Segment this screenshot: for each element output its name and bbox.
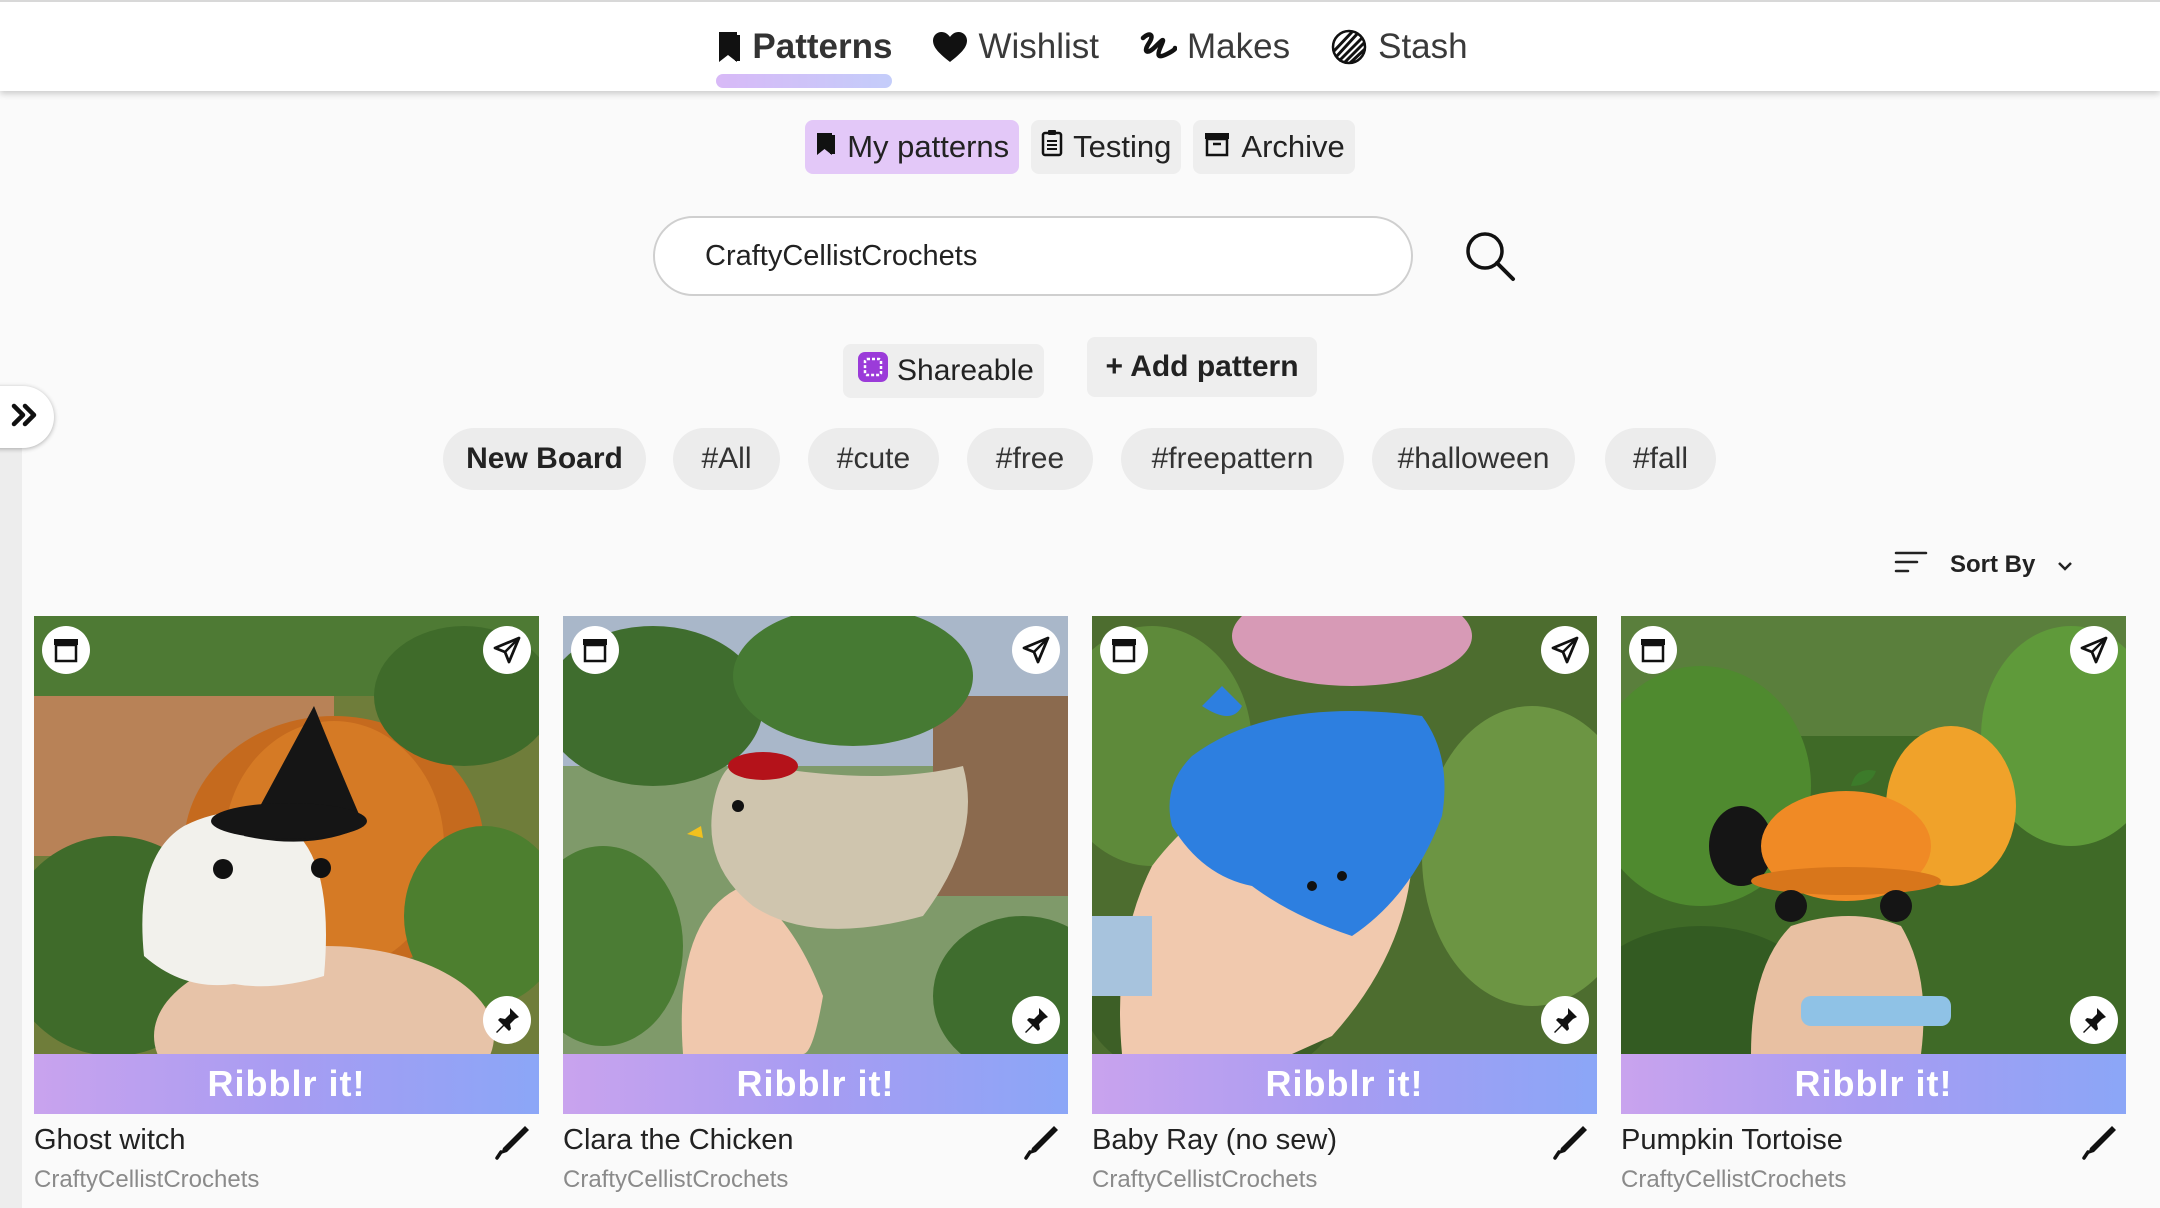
ribblr-it-button[interactable]: Ribblr it! [1621,1054,2126,1114]
sort-lines-icon [1894,550,1928,581]
pattern-title[interactable]: Ghost witch [34,1124,186,1157]
pattern-title[interactable]: Clara the Chicken [563,1124,794,1157]
board-filter-bar: New Board #All #cute #free #freepattern … [0,428,2160,490]
sort-by-label: Sort By [1950,551,2036,578]
pattern-photo[interactable] [34,616,539,1054]
search-box [653,216,1413,296]
nav-tab-label: Stash [1378,26,1468,66]
subtab-label: Testing [1073,129,1172,164]
nav-tab-label: Makes [1187,26,1291,66]
yarn-ball-icon [1330,29,1368,65]
edit-pencil-icon[interactable] [2080,1122,2120,1162]
sidebar-edge [0,448,22,1208]
share-grid-icon [857,351,889,391]
nav-tab-makes[interactable]: Makes [1139,12,1290,82]
subtab-bar: My patterns Testing Archive [0,120,2160,174]
pattern-author[interactable]: CraftyCellistCrochets [1092,1166,1317,1194]
edit-pencil-icon[interactable] [1022,1122,1062,1162]
archive-pattern-button[interactable] [42,626,90,674]
ribblr-it-button[interactable]: Ribblr it! [34,1054,539,1114]
pin-pattern-button[interactable] [1541,996,1589,1044]
archive-pattern-button[interactable] [571,626,619,674]
chevron-down-icon [2057,551,2073,579]
pattern-title[interactable]: Pumpkin Tortoise [1621,1124,1843,1157]
archive-box-icon [1112,639,1136,663]
share-pattern-button[interactable] [2070,626,2118,674]
bookmark-book-icon [716,30,742,64]
subtab-label: My patterns [847,129,1010,164]
double-chevron-right-icon [11,403,39,432]
board-new-board[interactable]: New Board [443,428,646,490]
share-pattern-button[interactable] [1541,626,1589,674]
archive-pattern-button[interactable] [1629,626,1677,674]
ribblr-it-button[interactable]: Ribblr it! [563,1054,1068,1114]
pin-icon [1554,1008,1577,1033]
heart-icon [932,31,968,63]
paper-plane-icon [1022,636,1050,664]
board-filter[interactable]: #halloween [1372,428,1575,490]
sort-by-dropdown[interactable]: Sort By [1894,545,2073,585]
paper-plane-icon [1551,636,1579,664]
archive-box-icon [54,639,78,663]
edit-pencil-icon[interactable] [1551,1122,1591,1162]
clipboard-icon [1041,129,1063,165]
shareable-toggle[interactable]: Shareable [843,344,1044,398]
pin-pattern-button[interactable] [1012,996,1060,1044]
ribblr-it-button[interactable]: Ribblr it! [1092,1054,1597,1114]
nav-tab-label: Patterns [752,26,893,66]
add-pattern-button[interactable]: + Add pattern [1087,337,1317,397]
nav-tab-wishlist[interactable]: Wishlist [932,12,1099,82]
board-filter[interactable]: #cute [808,428,939,490]
nav-tab-stash[interactable]: Stash [1330,12,1468,82]
active-tab-indicator [716,73,893,88]
top-nav: Patterns Wishlist Makes Stash [0,0,2160,91]
pin-icon [496,1008,519,1033]
subtab-label: Archive [1241,129,1345,164]
pattern-author[interactable]: CraftyCellistCrochets [563,1166,788,1194]
share-pattern-button[interactable] [483,626,531,674]
pattern-author[interactable]: CraftyCellistCrochets [1621,1166,1846,1194]
share-pattern-button[interactable] [1012,626,1060,674]
subtab-archive[interactable]: Archive [1193,120,1355,174]
pattern-photo[interactable] [563,616,1068,1054]
archive-pattern-button[interactable] [1100,626,1148,674]
pattern-photo[interactable] [1092,616,1597,1054]
pattern-title[interactable]: Baby Ray (no sew) [1092,1124,1337,1157]
pin-pattern-button[interactable] [2070,996,2118,1044]
archive-box-icon [1641,639,1665,663]
pattern-card[interactable]: Ribblr it! Baby Ray (no sew) CraftyCelli… [1092,616,1597,1207]
board-filter[interactable]: #All [673,428,780,490]
search-input[interactable] [705,239,1355,273]
archive-box-icon [583,639,607,663]
pattern-card[interactable]: Ribblr it! Clara the Chicken CraftyCelli… [563,616,1068,1207]
pattern-photo[interactable] [1621,616,2126,1054]
board-filter[interactable]: #freepattern [1121,428,1344,490]
pin-icon [1025,1008,1048,1033]
pattern-card[interactable]: Ribblr it! Pumpkin Tortoise CraftyCellis… [1621,616,2126,1207]
pattern-actions: Shareable + Add pattern [0,337,2160,398]
board-filter[interactable]: #free [967,428,1093,490]
edit-pencil-icon[interactable] [493,1122,533,1162]
pattern-card[interactable]: Ribblr it! Ghost witch CraftyCellistCroc… [34,616,539,1207]
subtab-testing[interactable]: Testing [1031,120,1182,174]
shareable-label: Shareable [897,354,1034,387]
nav-tab-label: Wishlist [978,26,1100,66]
nav-tab-patterns[interactable]: Patterns [716,12,893,88]
paper-plane-icon [2080,636,2108,664]
pattern-author[interactable]: CraftyCellistCrochets [34,1166,259,1194]
pin-icon [2083,1008,2106,1033]
board-filter[interactable]: #fall [1605,428,1716,490]
archive-box-icon [1203,129,1231,165]
subtab-my-patterns[interactable]: My patterns [805,120,1020,174]
search-icon[interactable] [1462,228,1518,284]
bookmark-icon [815,129,837,165]
pin-pattern-button[interactable] [483,996,531,1044]
yarn-scribble-icon [1139,30,1178,64]
paper-plane-icon [493,636,521,664]
